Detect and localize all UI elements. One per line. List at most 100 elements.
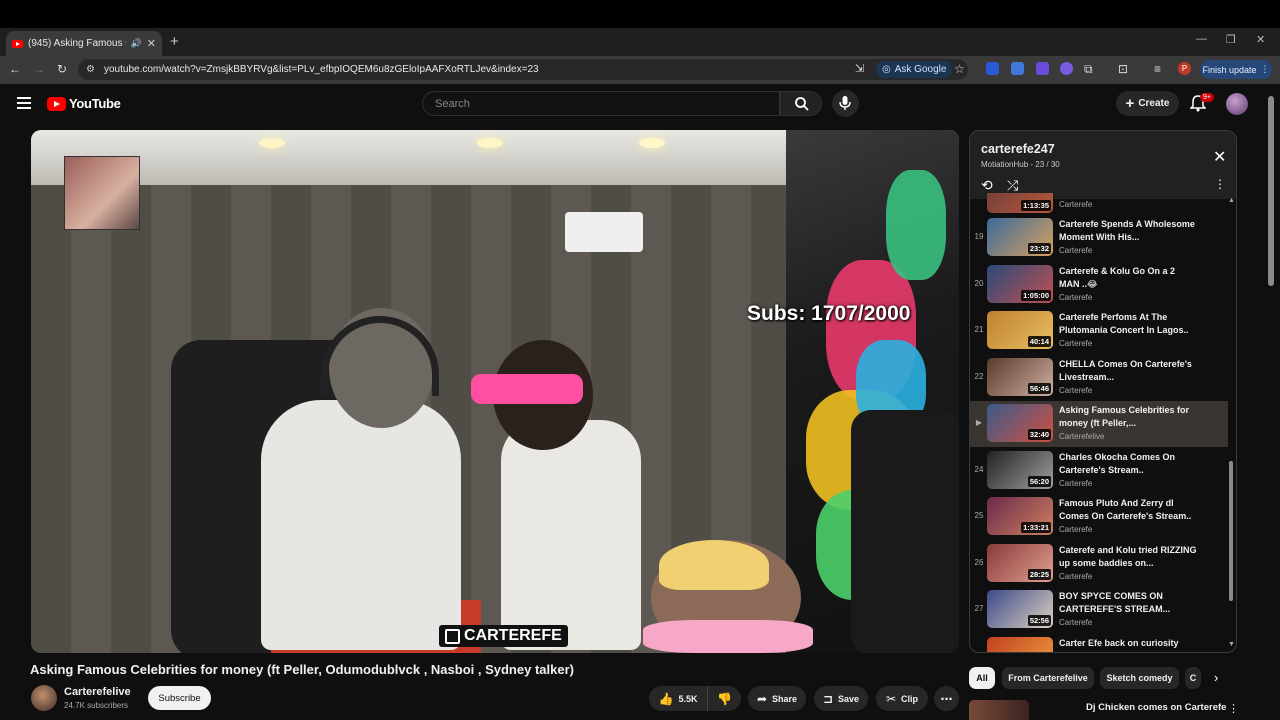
search-button[interactable] (780, 91, 822, 116)
forward-icon[interactable]: → (33, 62, 45, 76)
playlist-item[interactable]: 27 52:56 BOY SPYCE COMES ON CARTEREFE'S ST… (970, 587, 1228, 633)
url-text[interactable]: youtube.com/watch?v=ZmsjkBBYRVg&list=PLv… (104, 64, 539, 75)
youtube-logo[interactable]: YouTube (47, 96, 121, 111)
search-icon (795, 97, 809, 111)
chip-partial[interactable]: C (1185, 667, 1201, 689)
youtube-favicon-icon (12, 39, 23, 48)
save-button[interactable]: ⊐ Save (814, 686, 868, 711)
url-bar[interactable]: ⚙ youtube.com/watch?v=ZmsjkBBYRVg&list=P… (78, 59, 968, 80)
tab-title: (945) Asking Famous Celeb (28, 38, 126, 49)
window-close-icon[interactable]: ✕ (1256, 33, 1265, 46)
subscribe-button[interactable]: Subscribe (148, 686, 211, 710)
item-index: 21 (974, 325, 984, 334)
extension-translate-icon[interactable] (1011, 62, 1024, 75)
recommendation-more-icon[interactable]: ⋮ (1228, 702, 1239, 715)
playlist-item[interactable]: 24 56:20 Charles Okocha Comes On Carterefe… (970, 448, 1228, 494)
video-scene-person (261, 400, 461, 650)
save-icon: ⊐ (822, 691, 834, 706)
browser-tab-active[interactable]: (945) Asking Famous Celeb 🔊 ✕ (6, 31, 162, 56)
hamburger-menu-icon[interactable] (17, 97, 31, 109)
profile-avatar[interactable]: P (1178, 62, 1191, 75)
brand-text: CARTEREFE (464, 627, 562, 644)
chip-sketch-comedy[interactable]: Sketch comedy (1100, 667, 1179, 689)
channel-name[interactable]: Carterefelive (64, 686, 131, 698)
item-channel: Carterefe (1059, 525, 1093, 534)
video-duration: 23:32 (1027, 243, 1051, 254)
clip-button[interactable]: ✂ Clip (876, 686, 928, 711)
chip-from-channel[interactable]: From Carterefelive (1002, 667, 1094, 689)
extension-shield-icon[interactable] (1036, 62, 1049, 75)
item-title: Carter Efe back on curiosity (1059, 637, 1179, 648)
search-input[interactable]: Search (422, 91, 780, 116)
video-scene-light (639, 138, 665, 148)
chip-all[interactable]: All (969, 667, 995, 689)
tab-close-icon[interactable]: ✕ (147, 37, 156, 50)
playlist-scrollbar[interactable]: ▲ ▼ (1228, 197, 1235, 651)
ask-google-button[interactable]: ◎ Ask Google (876, 61, 953, 78)
back-icon[interactable]: ← (9, 62, 21, 76)
video-scene-light (259, 138, 285, 148)
item-title: Carterefe Spends A Wholesome Moment With… (1059, 219, 1195, 242)
playlist-scroll-thumb[interactable] (1229, 461, 1233, 601)
new-tab-icon[interactable]: + (170, 33, 179, 50)
account-avatar[interactable] (1226, 93, 1248, 115)
loop-icon[interactable]: ⟲ (981, 177, 993, 194)
item-channel: Carterefe (1059, 292, 1093, 302)
item-channel: Carterefe (1059, 571, 1093, 581)
item-title: Carterefe & Kolu Go On a 2 MAN ..😂 (1059, 265, 1176, 289)
site-info-icon[interactable]: ⚙ (86, 64, 95, 75)
finish-update-button[interactable]: Finish update ⋮ (1200, 60, 1272, 79)
recommendation-thumbnail[interactable] (969, 700, 1029, 720)
video-duration: 1:13:35 (1021, 200, 1051, 211)
item-title: Caterefe and Kolu tried RIZZING up some … (1059, 544, 1197, 568)
playlist-item[interactable]: 21 40:14 Carterefe Perfoms At The Plutoman… (970, 308, 1228, 354)
playlist-item-partial[interactable]: 1:13:35 Carterefe (970, 193, 1228, 213)
playlist-item[interactable]: 22 56:46 CHELLA Comes On Carterefe's Lives… (970, 355, 1228, 401)
chips-next-icon[interactable]: › (1214, 670, 1218, 685)
video-thumbnail (987, 636, 1053, 652)
save-label: Save (838, 693, 860, 704)
extension-cloud-icon[interactable] (1060, 62, 1073, 75)
close-playlist-icon[interactable]: ✕ (1213, 147, 1226, 167)
reading-list-icon[interactable]: ≡ (1154, 62, 1161, 76)
install-app-icon[interactable]: ⇲ (855, 62, 864, 75)
recommendation-title[interactable]: Dj Chicken comes on Carterefe (1086, 702, 1226, 713)
scissors-icon: ✂ (885, 691, 897, 706)
bookmark-star-icon[interactable]: ☆ (954, 62, 965, 76)
video-scene-light (477, 138, 503, 148)
item-title: CHELLA Comes On Carterefe's Livestream..… (1059, 358, 1192, 382)
extension-n-icon[interactable] (986, 62, 999, 75)
shuffle-icon[interactable]: ⤮ (1007, 177, 1018, 194)
scroll-down-icon[interactable]: ▼ (1228, 641, 1235, 648)
reload-icon[interactable]: ↻ (57, 62, 67, 76)
create-button[interactable]: + Create (1116, 91, 1179, 116)
restore-icon[interactable]: ❐ (1226, 33, 1236, 46)
voice-search-button[interactable] (832, 90, 859, 117)
playlist-item[interactable]: 25 1:33:21 Famous Pluto And Zerry dl Comes… (970, 494, 1228, 540)
share-button[interactable]: ➦ Share (748, 686, 806, 711)
channel-avatar[interactable] (31, 685, 57, 711)
speaker-icon[interactable]: 🔊 (131, 38, 142, 49)
share-icon: ➦ (756, 691, 768, 706)
playlist-item[interactable]: 26 28:25 Caterefe and Kolu tried RIZZING u… (970, 541, 1228, 587)
playlist-item-current[interactable]: ▶ 32:40 Asking Famous Celebrities for mone… (970, 401, 1228, 447)
thumbs-down-icon: 👎 (717, 691, 732, 706)
screen-top-bar (0, 0, 1280, 28)
scroll-up-icon[interactable]: ▲ (1228, 197, 1235, 204)
playlist-more-icon[interactable]: ⋮ (1214, 177, 1226, 191)
like-button[interactable]: 👍 5.5K (649, 686, 707, 711)
playlist-item[interactable]: 19 23:32 Carterefe Spends A Wholesome Mome… (970, 215, 1228, 261)
dislike-button[interactable]: 👎 (707, 686, 741, 711)
tab-search-icon[interactable]: ⊡ (1118, 62, 1128, 76)
ask-google-label: Ask Google (894, 64, 947, 75)
playlist-item[interactable]: 20 1:05:00 Carterefe & Kolu Go On a 2 MAN … (970, 262, 1228, 308)
more-actions-button[interactable]: ⋯ (934, 686, 959, 711)
extensions-puzzle-icon[interactable]: ⧉ (1084, 62, 1093, 77)
item-index: 24 (974, 464, 984, 474)
playlist-title[interactable]: carterefe247 (981, 142, 1055, 156)
page-scrollbar[interactable] (1268, 96, 1274, 286)
video-player[interactable]: Subs: 1707/2000 CARTEREFE (31, 130, 959, 653)
playlist-item[interactable]: Carter Efe back on curiosity (970, 634, 1228, 652)
like-count: 5.5K (678, 693, 698, 704)
minimize-icon[interactable]: — (1196, 33, 1207, 45)
